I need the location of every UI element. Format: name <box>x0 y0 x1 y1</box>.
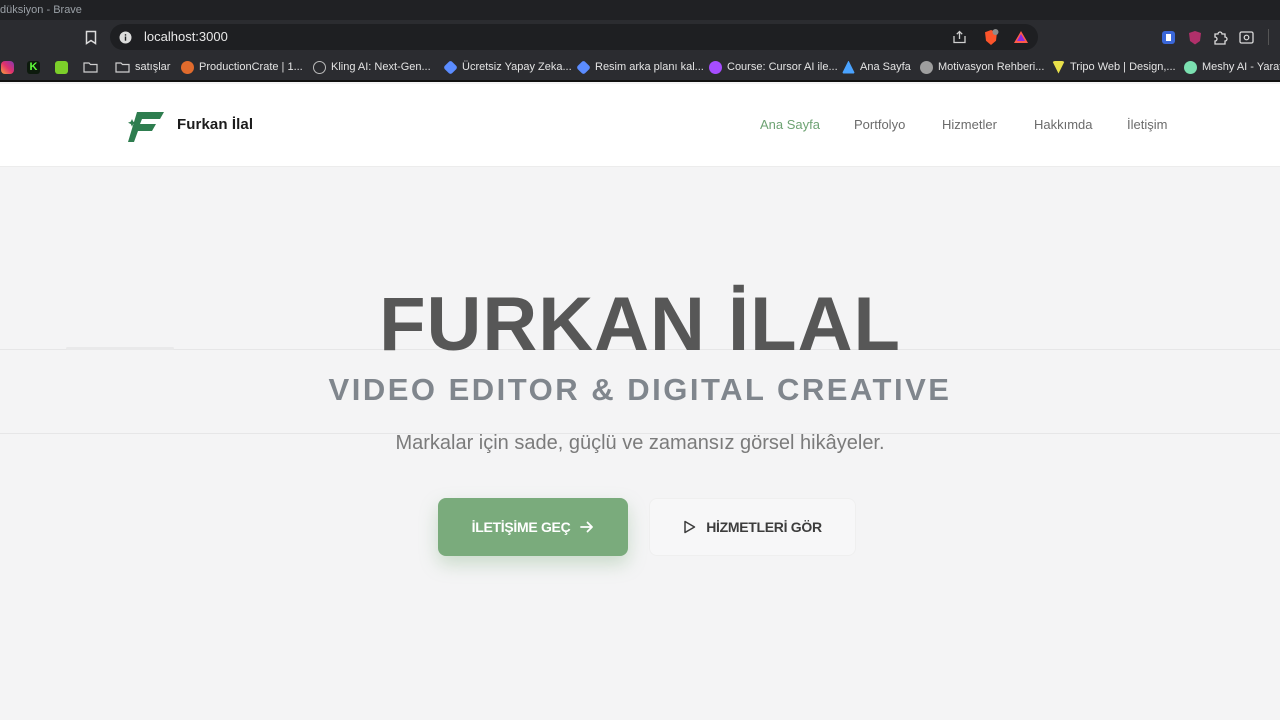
bookmark-item[interactable]: Resim arka planı kal... <box>576 54 704 80</box>
hero-section: FURKAN İLAL VIDEO EDITOR & DIGITAL CREAT… <box>0 168 1280 720</box>
green-app-icon <box>55 60 68 74</box>
bookmark-item[interactable]: Ana Sayfa <box>842 54 911 80</box>
hero-tagline: Markalar için sade, güçlü ve zamansız gö… <box>395 432 885 454</box>
bookmark-label: satışlar <box>135 61 171 73</box>
nav-hizmetler[interactable]: Hizmetler <box>942 117 997 132</box>
bookmark-item[interactable]: Motivasyon Rehberi... <box>920 54 1044 80</box>
bookmark-item[interactable]: K <box>27 54 40 80</box>
browser-title-bar: düksiyon - Brave <box>0 0 1280 20</box>
globe-icon <box>920 60 933 74</box>
site-header: Furkan İlal Ana Sayfa Portfolyo Hizmetle… <box>0 84 1280 167</box>
window-title: düksiyon - Brave <box>0 4 82 16</box>
nav-portfolyo[interactable]: Portfolyo <box>854 117 905 132</box>
bookmark-item[interactable]: ProductionCrate | 1... <box>181 54 303 80</box>
browser-toolbar: localhost:3000 <box>0 20 1280 54</box>
play-icon <box>684 520 696 534</box>
bookmark-item[interactable]: Tripo Web | Design,... <box>1052 54 1176 80</box>
course-icon <box>709 60 722 74</box>
instagram-icon <box>1 60 14 74</box>
bookmark-label: Motivasyon Rehberi... <box>938 61 1045 73</box>
url-text: localhost:3000 <box>144 29 228 44</box>
bookmark-item[interactable]: Meshy AI - Yaratıcı <box>1184 54 1280 80</box>
share-icon[interactable] <box>950 28 968 46</box>
meshy-icon <box>1184 60 1197 74</box>
logo-icon[interactable] <box>128 110 166 144</box>
bookmark-item[interactable]: Kling AI: Next-Gen... <box>313 54 431 80</box>
bookmark-label: Resim arka planı kal... <box>595 61 704 73</box>
bookmark-folder[interactable] <box>83 54 98 80</box>
gem-icon <box>576 59 591 75</box>
kling-icon <box>313 60 326 74</box>
tripo-icon <box>1052 60 1065 74</box>
nav-iletisim[interactable]: İletişim <box>1127 117 1167 132</box>
bookmark-label: Ana Sayfa <box>860 61 911 73</box>
productioncrate-icon <box>181 60 194 74</box>
folder-icon <box>83 62 98 73</box>
bookmark-label: Tripo Web | Design,... <box>1070 61 1176 73</box>
extensions-puzzle-icon[interactable] <box>1211 28 1229 46</box>
brave-shields-icon[interactable] <box>982 28 1000 46</box>
nav-hakkimda[interactable]: Hakkımda <box>1034 117 1093 132</box>
bookmark-item[interactable] <box>1 54 14 80</box>
bookmark-item[interactable] <box>55 54 68 80</box>
arrow-right-icon <box>580 521 594 533</box>
contact-button-label: İLETİŞİME GEÇ <box>471 519 571 535</box>
brave-rewards-icon[interactable] <box>1012 28 1030 46</box>
bookmark-folder-satislar[interactable]: satışlar <box>115 54 170 80</box>
k-icon: K <box>27 60 40 74</box>
bookmark-item[interactable]: Course: Cursor AI ile... <box>709 54 838 80</box>
services-button[interactable]: HİZMETLERİ GÖR <box>649 498 856 556</box>
bookmark-label: Kling AI: Next-Gen... <box>331 61 431 73</box>
site-info-icon[interactable] <box>116 28 134 46</box>
nav-ana-sayfa[interactable]: Ana Sayfa <box>760 117 820 132</box>
bookmarks-bar: K satışlar ProductionCrate | 1... Kling … <box>0 54 1280 82</box>
screenshot-icon[interactable] <box>1237 28 1255 46</box>
bookmark-page-icon[interactable] <box>82 28 100 46</box>
bookmark-label: Ücretsiz Yapay Zeka... <box>462 61 572 73</box>
extension-ublock-icon[interactable] <box>1186 28 1204 46</box>
folder-icon <box>115 62 130 73</box>
bookmark-label: Course: Cursor AI ile... <box>727 61 838 73</box>
brand-name[interactable]: Furkan İlal <box>177 116 253 133</box>
bookmark-label: Meshy AI - Yaratıcı <box>1202 61 1280 73</box>
bookmark-label: ProductionCrate | 1... <box>199 61 303 73</box>
hero-title: FURKAN İLAL <box>379 282 901 367</box>
hero-subtitle: VIDEO EDITOR & DIGITAL CREATIVE <box>328 372 952 407</box>
address-bar[interactable]: localhost:3000 <box>110 24 1038 50</box>
gem-icon <box>443 59 458 75</box>
services-button-label: HİZMETLERİ GÖR <box>706 519 822 535</box>
toolbar-divider <box>1268 29 1269 45</box>
ana-sayfa-icon <box>842 60 855 74</box>
contact-button[interactable]: İLETİŞİME GEÇ <box>438 498 628 556</box>
bookmark-item[interactable]: Ücretsiz Yapay Zeka... <box>443 54 572 80</box>
extension-shield-icon[interactable] <box>1159 28 1177 46</box>
